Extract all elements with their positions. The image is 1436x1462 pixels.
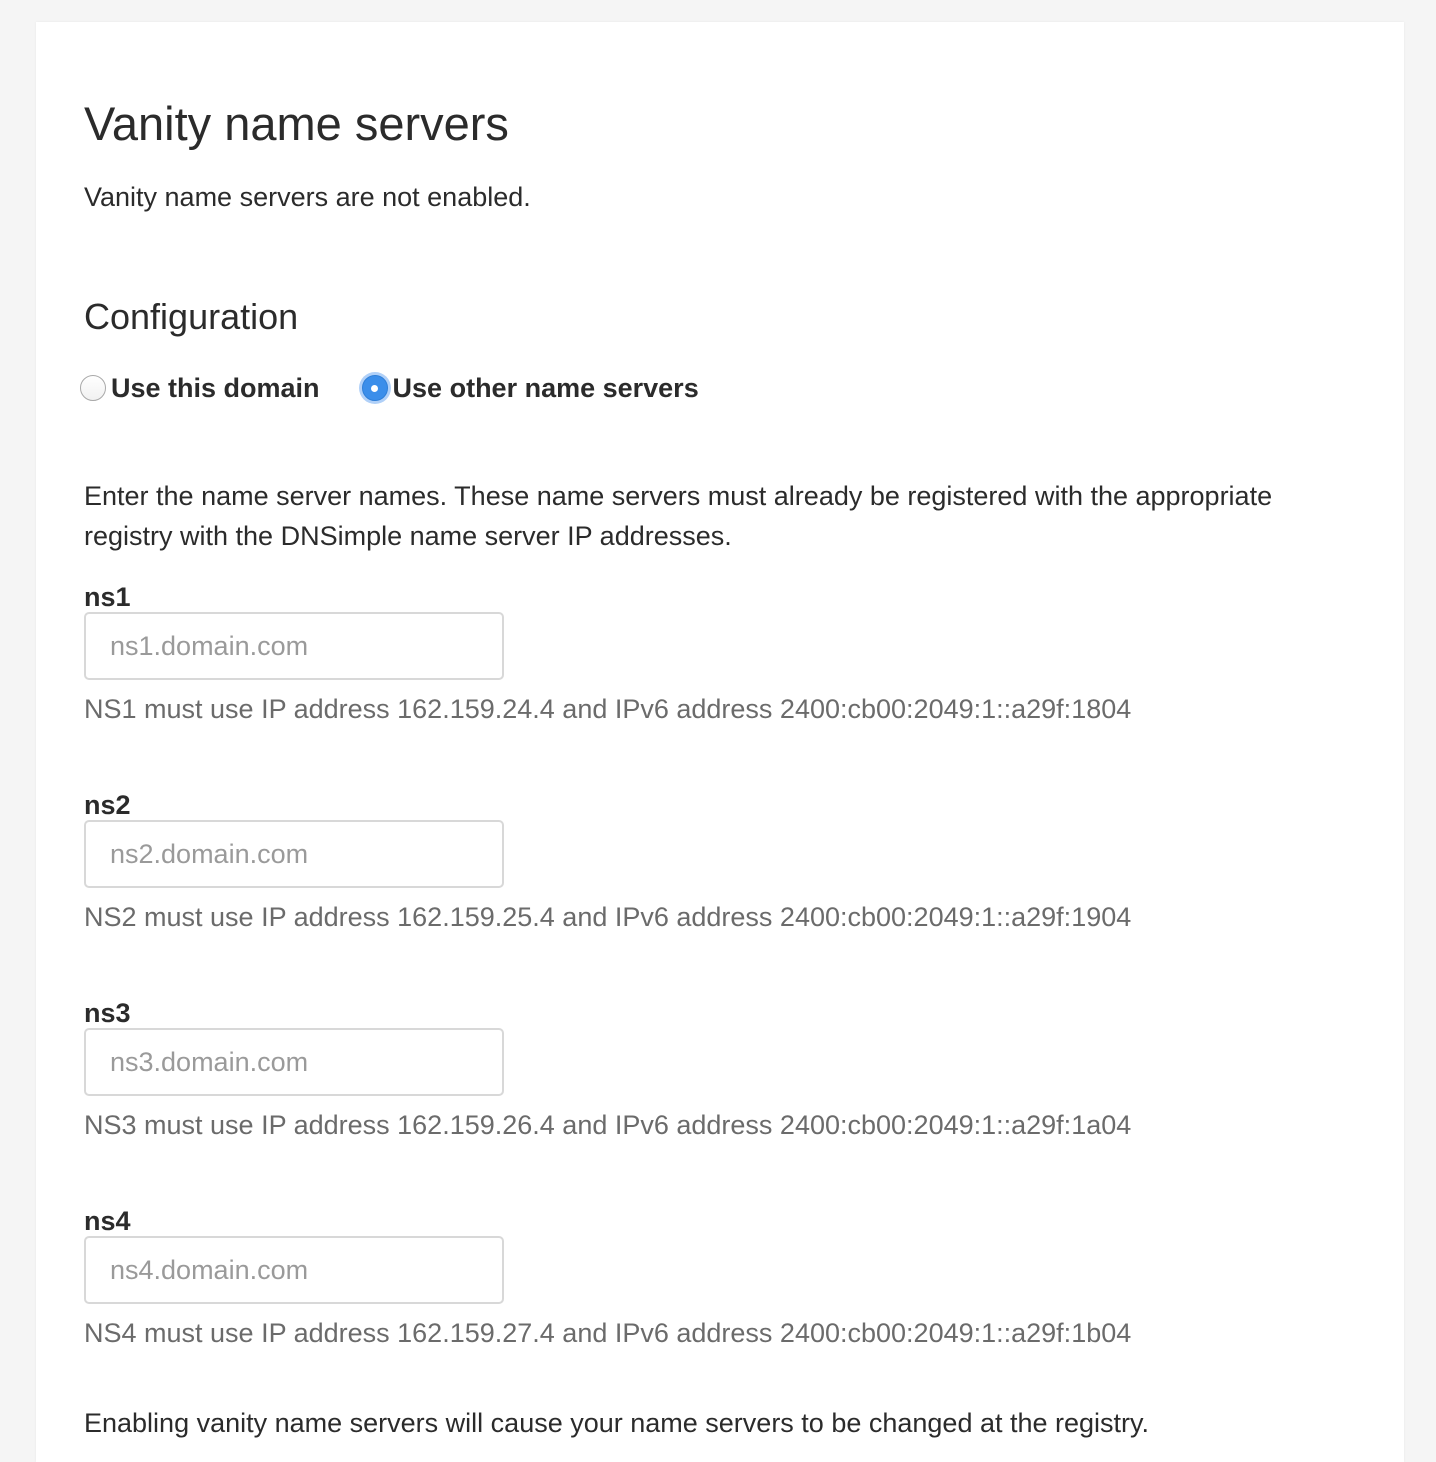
ns3-input[interactable] (84, 1028, 504, 1096)
vanity-name-servers-card: Vanity name servers Vanity name servers … (36, 22, 1404, 1462)
name-servers-instructions: Enter the name server names. These name … (84, 481, 1273, 551)
registry-change-warning: Enabling vanity name servers will cause … (84, 1408, 1150, 1438)
ns1-hint: NS1 must use IP address 162.159.24.4 and… (84, 694, 1132, 724)
ns4-label: ns4 (84, 1206, 131, 1236)
ns4-input[interactable] (84, 1236, 504, 1304)
configuration-heading: Configuration (84, 296, 299, 337)
radio-use-this-domain[interactable] (80, 375, 106, 401)
status-text: Vanity name servers are not enabled. (84, 182, 531, 212)
ns4-hint: NS4 must use IP address 162.159.27.4 and… (84, 1318, 1132, 1348)
ns2-hint: NS2 must use IP address 162.159.25.4 and… (84, 902, 1132, 932)
radio-label-use-other-name-servers: Use other name servers (392, 372, 699, 403)
radio-option-use-other-name-servers[interactable]: Use other name servers (361, 372, 699, 404)
radio-use-other-name-servers[interactable] (361, 375, 388, 401)
configuration-radio-group: Use this domain Use other name servers (80, 368, 699, 408)
page-title: Vanity name servers (84, 97, 509, 150)
radio-option-use-this-domain[interactable]: Use this domain (80, 373, 320, 404)
ns1-input[interactable] (84, 612, 504, 680)
ns2-label: ns2 (84, 790, 131, 820)
radio-label-use-this-domain: Use this domain (111, 372, 320, 403)
ns3-hint: NS3 must use IP address 162.159.26.4 and… (84, 1110, 1132, 1140)
ns3-label: ns3 (84, 998, 131, 1028)
ns1-label: ns1 (84, 582, 131, 612)
ns2-input[interactable] (84, 820, 504, 888)
